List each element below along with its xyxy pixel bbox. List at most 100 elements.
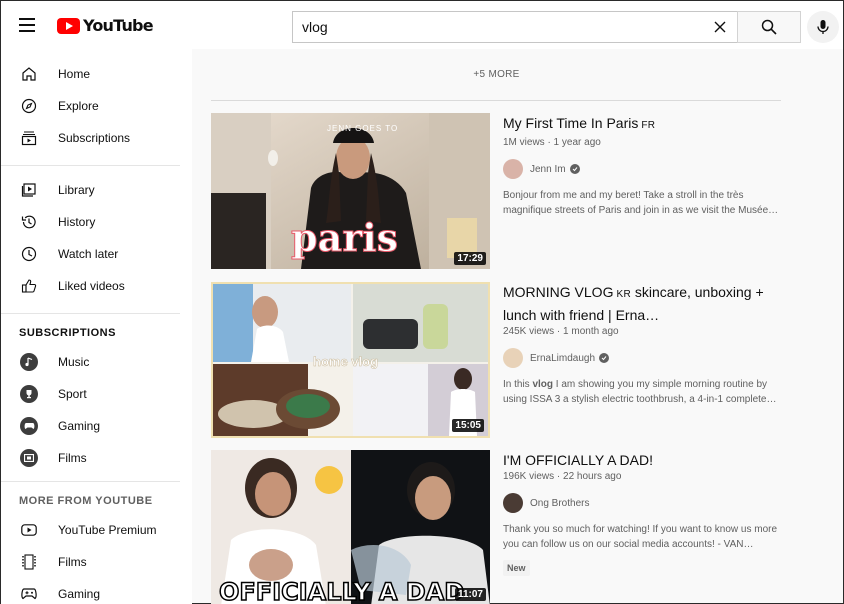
subscriptions-icon <box>20 129 38 147</box>
video-duration: 15:05 <box>452 419 484 432</box>
sidebar-item-label: Explore <box>58 99 99 113</box>
youtube-logo[interactable]: YouTube <box>57 16 153 35</box>
search-results: +5 MORE JENN GOES TO paris 17:29 <box>192 49 843 604</box>
video-duration: 11:07 <box>455 588 486 601</box>
sidebar-item-history[interactable]: History <box>1 206 192 238</box>
search-button[interactable] <box>737 11 801 43</box>
channel-name[interactable]: Ong Brothers <box>530 498 589 509</box>
avatar[interactable] <box>503 348 523 368</box>
video-description: Bonjour from me and my beret! Take a str… <box>503 188 793 218</box>
video-title[interactable]: My First Time In ParisFR <box>503 113 793 136</box>
channel-name[interactable]: Jenn Im <box>530 164 566 175</box>
search-input[interactable] <box>302 19 703 35</box>
video-title-text: MORNING VLOG <box>503 284 613 300</box>
film-icon <box>20 449 38 467</box>
video-description: In this vlog I am showing you my simple … <box>503 377 793 407</box>
sidebar-divider <box>1 165 180 166</box>
thumbnail-caption: JENN GOES TO <box>327 124 398 133</box>
video-result[interactable]: OFFICIALLY A DAD 11:07 I'M OFFICIALLY A … <box>211 450 811 604</box>
sidebar-item-films-more[interactable]: Films <box>1 546 192 578</box>
video-info: My First Time In ParisFR 1M views · 1 ye… <box>503 113 793 218</box>
sidebar-item-library[interactable]: Library <box>1 174 192 206</box>
sidebar-item-watch-later[interactable]: Watch later <box>1 238 192 270</box>
channel-row[interactable]: Ong Brothers <box>503 493 793 513</box>
gamepad-icon <box>20 417 38 435</box>
sidebar-item-label: Films <box>58 451 87 465</box>
sidebar: Home Explore Subscriptions Library Histo… <box>1 49 192 604</box>
video-meta: 245K views · 1 month ago <box>503 325 793 339</box>
gamepad-outline-icon <box>20 585 38 603</box>
sidebar-item-label: Films <box>58 555 87 569</box>
verified-check-icon <box>599 353 609 363</box>
sidebar-item-label: Subscriptions <box>58 131 130 145</box>
sidebar-item-gaming-more[interactable]: Gaming <box>1 578 192 604</box>
video-thumbnail[interactable]: home vlog 15:05 <box>211 282 490 438</box>
sidebar-item-explore[interactable]: Explore <box>1 90 192 122</box>
video-thumbnail[interactable]: JENN GOES TO paris 17:29 <box>211 113 490 269</box>
music-note-icon <box>20 353 38 371</box>
sidebar-item-liked-videos[interactable]: Liked videos <box>1 270 192 302</box>
clear-search-icon[interactable] <box>703 12 737 42</box>
dad-thumbnail-image: OFFICIALLY A DAD <box>211 450 490 604</box>
video-title-text: I'M OFFICIALLY A DAD! <box>503 452 653 468</box>
video-info: MORNING VLOGKR skincare, unboxing + lunc… <box>503 282 793 407</box>
compass-icon <box>20 97 38 115</box>
library-icon <box>20 181 38 199</box>
sidebar-item-gaming[interactable]: Gaming <box>1 410 192 442</box>
video-description: Thank you so much for watching! If you w… <box>503 522 793 552</box>
search-bar <box>292 11 801 43</box>
avatar[interactable] <box>503 159 523 179</box>
video-meta: 196K views · 22 hours ago <box>503 470 793 484</box>
channel-row[interactable]: ErnaLimdaugh <box>503 348 793 368</box>
sidebar-item-youtube-premium[interactable]: YouTube Premium <box>1 514 192 546</box>
video-result[interactable]: JENN GOES TO paris 17:29 My First Time I… <box>211 113 811 269</box>
sidebar-divider <box>1 313 180 314</box>
video-title[interactable]: MORNING VLOGKR skincare, unboxing + lunc… <box>503 282 793 325</box>
country-tag: FR <box>641 120 655 131</box>
paris-thumbnail-image: JENN GOES TO paris <box>211 113 490 269</box>
sidebar-item-label: YouTube Premium <box>58 523 157 537</box>
country-tag: KR <box>616 289 631 300</box>
video-thumbnail[interactable]: OFFICIALLY A DAD 11:07 <box>211 450 490 604</box>
sidebar-item-label: Watch later <box>58 247 118 261</box>
sidebar-item-music[interactable]: Music <box>1 346 192 378</box>
sport-channel-avatar <box>20 385 38 403</box>
new-badge: New <box>503 560 530 576</box>
trophy-icon <box>20 385 38 403</box>
gaming-channel-avatar <box>20 417 38 435</box>
thumbnail-title: paris <box>291 215 398 260</box>
more-results-link[interactable]: +5 MORE <box>192 69 801 80</box>
description-text: In this <box>503 379 532 390</box>
results-divider <box>211 100 781 101</box>
sidebar-item-subscriptions[interactable]: Subscriptions <box>1 122 192 154</box>
sidebar-item-label: Gaming <box>58 587 100 601</box>
clock-icon <box>20 245 38 263</box>
video-info: I'M OFFICIALLY A DAD! 196K views · 22 ho… <box>503 450 793 576</box>
films-channel-avatar <box>20 449 38 467</box>
sidebar-item-label: Music <box>58 355 89 369</box>
avatar[interactable] <box>503 493 523 513</box>
channel-row[interactable]: Jenn Im <box>503 159 793 179</box>
description-highlight: vlog <box>532 379 553 390</box>
top-bar: YouTube <box>1 1 843 49</box>
youtube-premium-icon <box>20 521 38 539</box>
sidebar-item-films[interactable]: Films <box>1 442 192 474</box>
description-text: Bonjour from me and my beret! Take a str… <box>503 190 778 216</box>
microphone-icon <box>816 19 830 35</box>
video-title[interactable]: I'M OFFICIALLY A DAD! <box>503 450 793 470</box>
sidebar-item-label: History <box>58 215 95 229</box>
home-icon <box>20 65 38 83</box>
sidebar-item-home[interactable]: Home <box>1 58 192 90</box>
sidebar-item-label: Library <box>58 183 95 197</box>
thumbnail-title: home vlog <box>313 354 378 369</box>
sidebar-divider <box>1 481 180 482</box>
voice-search-button[interactable] <box>807 11 839 43</box>
sidebar-item-sport[interactable]: Sport <box>1 378 192 410</box>
youtube-play-icon <box>57 18 80 34</box>
hamburger-menu-icon[interactable] <box>15 13 39 37</box>
video-result[interactable]: home vlog 15:05 MORNING VLOGKR skincare,… <box>211 282 811 438</box>
channel-name[interactable]: ErnaLimdaugh <box>530 353 595 364</box>
video-meta: 1M views · 1 year ago <box>503 136 793 150</box>
morning-vlog-thumbnail-image: home vlog <box>213 284 488 436</box>
verified-check-icon <box>570 164 580 174</box>
